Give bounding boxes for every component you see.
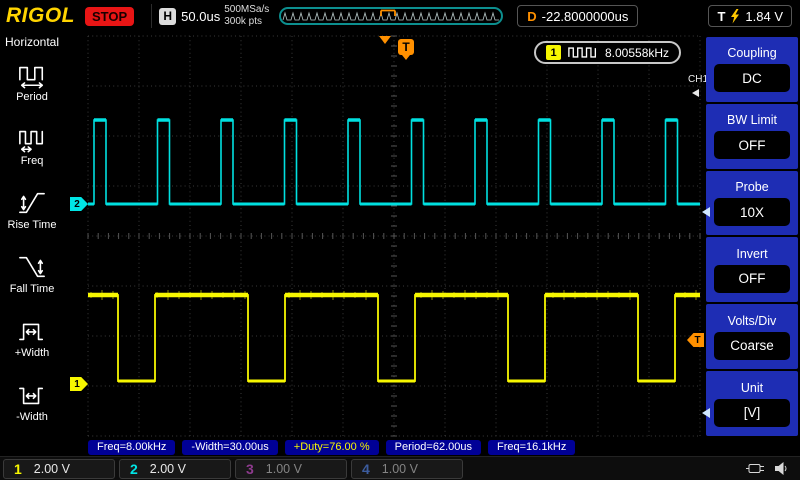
counter-value: 8.00558kHz bbox=[605, 46, 669, 60]
menu-item-label: Freq bbox=[21, 156, 44, 167]
menu-section-title: Probe bbox=[735, 180, 768, 194]
menu-section-title: Unit bbox=[741, 381, 763, 395]
channel-1-status[interactable]: 1 2.00 V bbox=[3, 459, 115, 479]
separator bbox=[151, 4, 152, 28]
status-icons bbox=[745, 461, 797, 476]
probe-value[interactable]: 10X bbox=[714, 198, 790, 226]
channel-3-status[interactable]: 3 1.00 V bbox=[235, 459, 347, 479]
waveform-memory-bar[interactable] bbox=[279, 7, 503, 25]
fall-time-icon bbox=[17, 253, 47, 281]
memory-depth: 300k pts bbox=[224, 16, 269, 28]
trigger-position-arrow-icon[interactable] bbox=[379, 36, 391, 44]
acquisition-info: 500MSa/s 300k pts bbox=[224, 4, 269, 28]
left-menu-title: Horizontal bbox=[0, 35, 64, 49]
channel-number: 4 bbox=[362, 461, 370, 477]
sample-rate: 500MSa/s bbox=[224, 4, 269, 16]
probe-value-text: 10X bbox=[740, 205, 764, 220]
channel-number: 3 bbox=[246, 461, 254, 477]
coupling-value[interactable]: DC bbox=[714, 64, 790, 92]
minus-width-icon bbox=[17, 381, 47, 409]
menu-item-freq[interactable]: Freq bbox=[0, 114, 64, 178]
bw-limit-value[interactable]: OFF bbox=[714, 131, 790, 159]
menu-item-label: -Width bbox=[16, 412, 48, 423]
channel-number: 2 bbox=[130, 461, 138, 477]
menu-item-neg-width[interactable]: -Width bbox=[0, 370, 64, 434]
menu-item-fall-time[interactable]: Fall Time bbox=[0, 242, 64, 306]
freq-icon bbox=[17, 125, 47, 153]
channel-2-status[interactable]: 2 2.00 V bbox=[119, 459, 231, 479]
delay-label: D bbox=[527, 9, 536, 24]
timebase-value: 50.0us bbox=[181, 9, 220, 24]
unit-value[interactable]: [V] bbox=[714, 399, 790, 427]
menu-coupling[interactable]: Coupling DC bbox=[706, 37, 798, 102]
usb-icon bbox=[745, 461, 765, 476]
memory-waveform-icon bbox=[281, 9, 501, 23]
menu-item-label: +Width bbox=[15, 348, 50, 359]
trigger-level-value: 1.84 V bbox=[745, 9, 783, 24]
counter-source-channel: 1 bbox=[546, 45, 561, 60]
invert-value[interactable]: OFF bbox=[714, 265, 790, 293]
menu-item-rise-time[interactable]: Rise Time bbox=[0, 178, 64, 242]
menu-bw-limit[interactable]: BW Limit OFF bbox=[706, 104, 798, 169]
delay-display[interactable]: D -22.8000000us bbox=[517, 5, 638, 27]
waveform-display[interactable]: T 1 8.00558kHz bbox=[88, 36, 700, 436]
trigger-position-marker[interactable]: T bbox=[398, 39, 414, 55]
menu-item-label: Period bbox=[16, 92, 48, 103]
menu-section-title: Volts/Div bbox=[728, 314, 777, 328]
measurement-neg-width[interactable]: -Width=30.00us bbox=[182, 440, 277, 455]
measurement-freq-ch2[interactable]: Freq=16.1kHz bbox=[488, 440, 575, 455]
ch2-offset-marker[interactable]: 2 bbox=[70, 197, 88, 211]
left-arrow-icon bbox=[702, 408, 710, 418]
left-menu: Horizontal Period Freq Rise Time bbox=[0, 32, 64, 444]
measurement-freq-ch1[interactable]: Freq=8.00kHz bbox=[88, 440, 175, 455]
menu-item-label: Fall Time bbox=[10, 284, 55, 295]
top-bar: RIGOL STOP H 50.0us 500MSa/s 300k pts D … bbox=[0, 0, 800, 32]
channel-4-status[interactable]: 4 1.00 V bbox=[351, 459, 463, 479]
rigol-logo: RIGOL bbox=[6, 4, 75, 28]
rise-time-icon bbox=[17, 189, 47, 217]
measurement-bar: Freq=8.00kHz -Width=30.00us +Duty=76.00 … bbox=[88, 439, 700, 455]
active-menu-tab: CH1 bbox=[688, 74, 708, 85]
run-state-badge[interactable]: STOP bbox=[85, 7, 134, 26]
frequency-counter-badge: 1 8.00558kHz bbox=[534, 41, 681, 64]
channel-scale: 2.00 V bbox=[150, 462, 186, 476]
waveform-traces bbox=[88, 36, 700, 436]
horizontal-settings[interactable]: H 50.0us bbox=[159, 8, 220, 25]
measurement-period[interactable]: Period=62.00us bbox=[386, 440, 481, 455]
left-arrow-icon bbox=[702, 207, 710, 217]
status-bar: 1 2.00 V 2 2.00 V 3 1.00 V 4 1.00 V bbox=[0, 456, 800, 480]
menu-tab-arrow-icon bbox=[692, 89, 699, 97]
unit-value-text: [V] bbox=[744, 405, 761, 420]
ch1-offset-marker[interactable]: 1 bbox=[70, 377, 88, 391]
menu-item-label: Rise Time bbox=[8, 220, 57, 231]
channel-number: 1 bbox=[14, 461, 22, 477]
volts-div-value[interactable]: Coarse bbox=[714, 332, 790, 360]
oscilloscope-screen: RIGOL STOP H 50.0us 500MSa/s 300k pts D … bbox=[0, 0, 800, 480]
menu-item-period[interactable]: Period bbox=[0, 50, 64, 114]
lightning-icon bbox=[730, 9, 740, 24]
menu-section-title: BW Limit bbox=[727, 113, 777, 127]
menu-unit[interactable]: Unit [V] bbox=[706, 371, 798, 436]
menu-invert[interactable]: Invert OFF bbox=[706, 237, 798, 302]
trigger-display[interactable]: T 1.84 V bbox=[708, 5, 792, 27]
trigger-label: T bbox=[717, 9, 725, 24]
menu-probe[interactable]: Probe 10X bbox=[706, 171, 798, 236]
plus-width-icon bbox=[17, 317, 47, 345]
channel-scale: 1.00 V bbox=[266, 462, 302, 476]
menu-volts-div[interactable]: Volts/Div Coarse bbox=[706, 304, 798, 369]
pulse-train-icon bbox=[568, 47, 598, 58]
menu-item-pos-width[interactable]: +Width bbox=[0, 306, 64, 370]
menu-section-title: Invert bbox=[736, 247, 767, 261]
delay-value: -22.8000000us bbox=[542, 9, 629, 24]
period-icon bbox=[17, 61, 47, 89]
speaker-icon bbox=[774, 461, 789, 476]
channel-scale: 2.00 V bbox=[34, 462, 70, 476]
channel-scale: 1.00 V bbox=[382, 462, 418, 476]
right-menu: Coupling DC BW Limit OFF Probe 10X Inver… bbox=[706, 37, 798, 436]
measurement-pos-duty[interactable]: +Duty=76.00 % bbox=[285, 440, 379, 455]
horizontal-icon: H bbox=[159, 8, 176, 25]
menu-section-title: Coupling bbox=[727, 46, 776, 60]
